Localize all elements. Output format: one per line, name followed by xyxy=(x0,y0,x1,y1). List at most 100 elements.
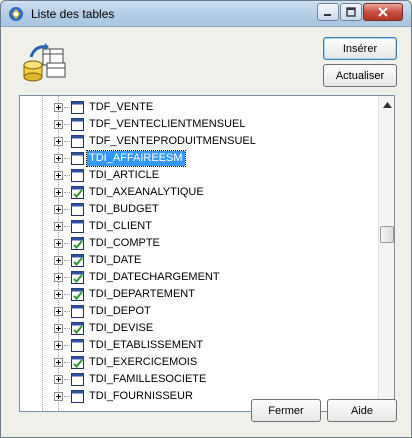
tree-connector-line xyxy=(64,107,70,108)
table-icon xyxy=(71,152,84,165)
table-icon xyxy=(71,101,84,114)
dialog-window: Liste des tables Insérer Actualiser TDF_… xyxy=(0,0,412,438)
tables-tree-view[interactable]: TDF_VENTE TDF_VENTECLIENTMENSUEL TDF_VENTE… xyxy=(19,95,395,412)
expand-plus-icon[interactable] xyxy=(54,205,63,214)
tree-item-label: TDF_VENTEPRODUITMENSUEL xyxy=(89,135,256,147)
tree-connector-line xyxy=(64,124,70,125)
tree-row[interactable]: TDI_DEVISE xyxy=(20,320,378,337)
tree-row[interactable]: TDI_FAMILLESOCIETE xyxy=(20,371,378,388)
minimize-button[interactable] xyxy=(317,3,339,21)
tree-row[interactable]: TDI_COMPTE xyxy=(20,235,378,252)
expand-plus-icon[interactable] xyxy=(54,375,63,384)
tree-row[interactable]: TDF_VENTE xyxy=(20,99,378,116)
maximize-button[interactable] xyxy=(340,3,362,21)
help-button[interactable]: Aide xyxy=(327,399,397,422)
dialog-content: Insérer Actualiser TDF_VENTE TDF_VENTECLI… xyxy=(1,27,411,437)
app-icon xyxy=(9,7,23,21)
refresh-button[interactable]: Actualiser xyxy=(323,64,397,87)
tree-item-label: TDI_FOURNISSEUR xyxy=(89,390,193,402)
tree-item-label: TDI_ARTICLE xyxy=(89,169,160,181)
tree-connector-line xyxy=(64,260,70,261)
expand-plus-icon[interactable] xyxy=(54,137,63,146)
expand-plus-icon[interactable] xyxy=(54,256,63,265)
tree-connector-line xyxy=(64,141,70,142)
tree-connector-line xyxy=(64,294,70,295)
tree-row[interactable]: TDI_FOURNISSEUR xyxy=(20,388,378,405)
arrow-up-icon xyxy=(382,101,392,108)
expand-plus-icon[interactable] xyxy=(54,358,63,367)
expand-plus-icon[interactable] xyxy=(54,239,63,248)
tree-connector-line xyxy=(64,362,70,363)
tree-item-label: TDI_DATE xyxy=(89,254,142,266)
expand-plus-icon[interactable] xyxy=(54,222,63,231)
expand-plus-icon[interactable] xyxy=(54,188,63,197)
table-check-icon xyxy=(71,288,84,301)
expand-plus-icon[interactable] xyxy=(54,171,63,180)
table-check-icon xyxy=(71,271,84,284)
close-icon xyxy=(378,7,388,17)
scroll-up-button[interactable] xyxy=(379,96,394,113)
tree-row[interactable]: TDI_ARTICLE xyxy=(20,167,378,184)
tree-item-label: TDI_BUDGET xyxy=(89,203,159,215)
tree-row[interactable]: TDI_CLIENT xyxy=(20,218,378,235)
tree-connector-line xyxy=(64,311,70,312)
expand-plus-icon[interactable] xyxy=(54,154,63,163)
tree-row[interactable]: TDI_DATECHARGEMENT xyxy=(20,269,378,286)
expand-plus-icon[interactable] xyxy=(54,273,63,282)
vertical-scrollbar[interactable] xyxy=(378,96,394,411)
tree-row[interactable]: TDI_EXERCICEMOIS xyxy=(20,354,378,371)
tree-row[interactable]: TDI_DATE xyxy=(20,252,378,269)
table-icon xyxy=(71,220,84,233)
expand-plus-icon[interactable] xyxy=(54,103,63,112)
tree-item-label: TDI_FAMILLESOCIETE xyxy=(89,373,207,385)
table-icon xyxy=(71,118,84,131)
tree-item-label: TDI_CLIENT xyxy=(89,220,152,232)
title-bar[interactable]: Liste des tables xyxy=(1,1,411,27)
tree-row[interactable]: TDF_VENTEPRODUITMENSUEL xyxy=(20,133,378,150)
expand-plus-icon[interactable] xyxy=(54,120,63,129)
tree-item-label: TDI_DEVISE xyxy=(89,322,154,334)
tree-item-label: TDI_EXERCICEMOIS xyxy=(89,356,198,368)
tree-item-label: TDI_DEPARTEMENT xyxy=(89,288,195,300)
help-button-label: Aide xyxy=(350,404,374,417)
tree-item-label: TDF_VENTE xyxy=(89,101,154,113)
tree-connector-line xyxy=(64,396,70,397)
tree-row[interactable]: TDI_AFFAIREESM xyxy=(20,150,378,167)
tree-connector-line xyxy=(64,277,70,278)
table-icon xyxy=(71,390,84,403)
scrollbar-thumb[interactable] xyxy=(380,226,394,243)
close-button[interactable]: Fermer xyxy=(251,399,321,422)
tree-row[interactable]: TDI_ETABLISSEMENT xyxy=(20,337,378,354)
table-icon xyxy=(71,169,84,182)
tree-row[interactable]: TDF_VENTECLIENTMENSUEL xyxy=(20,116,378,133)
tree-row[interactable]: TDI_DEPOT xyxy=(20,303,378,320)
insert-button[interactable]: Insérer xyxy=(323,37,397,60)
tree-row[interactable]: TDI_DEPARTEMENT xyxy=(20,286,378,303)
tree-item-label: TDI_COMPTE xyxy=(89,237,160,249)
table-icon xyxy=(71,135,84,148)
tree-connector-line xyxy=(64,192,70,193)
expand-plus-icon[interactable] xyxy=(54,341,63,350)
expand-plus-icon[interactable] xyxy=(54,324,63,333)
tree-row[interactable]: TDI_AXEANALYTIQUE xyxy=(20,184,378,201)
database-tables-logo-icon xyxy=(23,43,66,82)
expand-plus-icon[interactable] xyxy=(54,290,63,299)
tree-row[interactable]: TDI_BUDGET xyxy=(20,201,378,218)
table-check-icon xyxy=(71,322,84,335)
table-check-icon xyxy=(71,254,84,267)
expand-plus-icon[interactable] xyxy=(54,392,63,401)
window-title: Liste des tables xyxy=(31,7,115,21)
tree-connector-line xyxy=(64,226,70,227)
table-check-icon xyxy=(71,237,84,250)
expand-plus-icon[interactable] xyxy=(54,307,63,316)
tree-connector-line xyxy=(64,158,70,159)
tree-connector-line xyxy=(64,328,70,329)
tree-connector-line xyxy=(64,243,70,244)
tree-item-label: TDI_ETABLISSEMENT xyxy=(89,339,204,351)
close-window-button[interactable] xyxy=(363,3,403,21)
tree-connector-line xyxy=(64,379,70,380)
tree-item-label: TDI_AXEANALYTIQUE xyxy=(89,186,204,198)
tree-connector-line xyxy=(64,209,70,210)
tree-item-label: TDI_DEPOT xyxy=(89,305,151,317)
table-icon xyxy=(71,305,84,318)
